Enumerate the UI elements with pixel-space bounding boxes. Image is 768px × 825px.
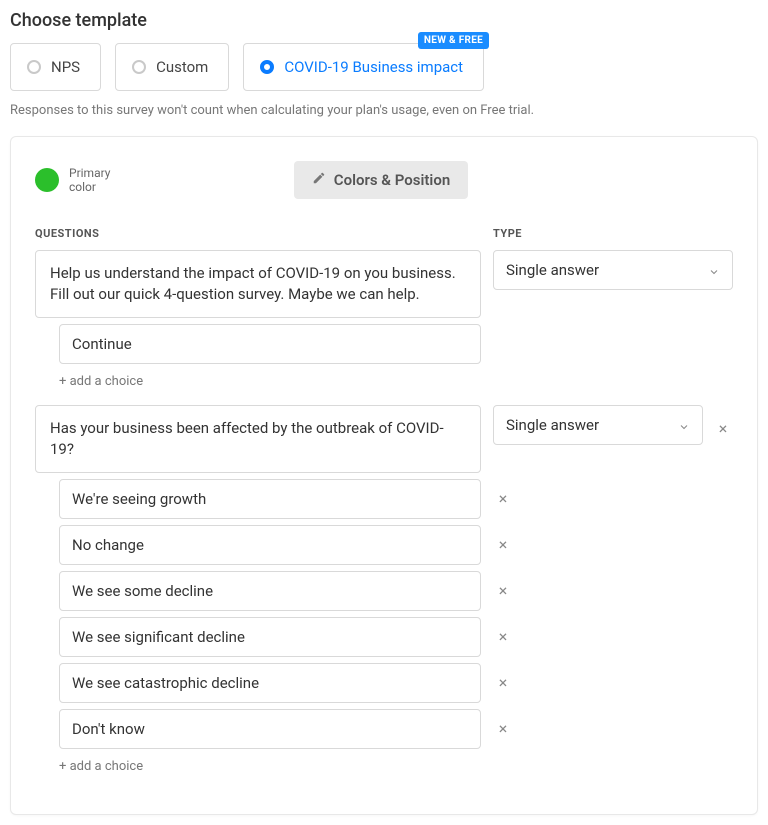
chevron-down-icon	[708, 264, 720, 276]
primary-color-swatch[interactable]	[35, 168, 59, 192]
remove-choice-button[interactable]: ×	[493, 535, 513, 554]
remove-choice-button[interactable]: ×	[493, 627, 513, 646]
type-select[interactable]: Single answer	[493, 405, 703, 445]
choice-input[interactable]: Continue	[59, 324, 481, 364]
type-select[interactable]: Single answer	[493, 250, 733, 290]
template-row: NPS Custom COVID-19 Business impact NEW …	[10, 43, 758, 91]
choice-input[interactable]: We see some decline	[59, 571, 481, 611]
choice-input[interactable]: We see significant decline	[59, 617, 481, 657]
question-block: Help us understand the impact of COVID-1…	[35, 250, 733, 389]
type-value: Single answer	[506, 416, 599, 434]
pencil-icon	[312, 171, 326, 189]
template-label: COVID-19 Business impact	[284, 58, 463, 76]
choice-input[interactable]: No change	[59, 525, 481, 565]
page-title: Choose template	[10, 10, 758, 31]
panel-toolbar: Primary color Colors & Position	[35, 161, 733, 199]
type-heading: TYPE	[493, 227, 733, 240]
remove-choice-button[interactable]: ×	[493, 719, 513, 738]
template-nps[interactable]: NPS	[10, 43, 101, 91]
template-covid[interactable]: COVID-19 Business impact NEW & FREE	[243, 43, 484, 91]
type-value: Single answer	[506, 261, 599, 279]
colors-position-label: Colors & Position	[334, 171, 450, 189]
chevron-down-icon	[678, 419, 690, 431]
radio-icon	[132, 60, 146, 74]
choice-input[interactable]: We see catastrophic decline	[59, 663, 481, 703]
choice-input[interactable]: Don't know	[59, 709, 481, 749]
add-choice-button[interactable]: + add a choice	[59, 759, 733, 774]
template-custom[interactable]: Custom	[115, 43, 229, 91]
remove-choice-button[interactable]: ×	[493, 581, 513, 600]
question-text[interactable]: Has your business been affected by the o…	[35, 405, 481, 473]
editor-panel: Primary color Colors & Position QUESTION…	[10, 136, 758, 815]
template-label: NPS	[51, 58, 80, 76]
usage-note: Responses to this survey won't count whe…	[10, 103, 758, 118]
questions-heading: QUESTIONS	[35, 227, 481, 240]
add-choice-button[interactable]: + add a choice	[59, 374, 733, 389]
remove-question-button[interactable]: ×	[713, 419, 733, 438]
radio-icon	[260, 60, 274, 74]
question-block: Has your business been affected by the o…	[35, 405, 733, 774]
remove-choice-button[interactable]: ×	[493, 673, 513, 692]
primary-color-label: Primary color	[69, 166, 129, 195]
remove-choice-button[interactable]: ×	[493, 489, 513, 508]
radio-icon	[27, 60, 41, 74]
questions-list: Help us understand the impact of COVID-1…	[35, 250, 733, 774]
choice-input[interactable]: We're seeing growth	[59, 479, 481, 519]
colors-position-button[interactable]: Colors & Position	[294, 161, 468, 199]
template-label: Custom	[156, 58, 208, 76]
question-text[interactable]: Help us understand the impact of COVID-1…	[35, 250, 481, 318]
new-free-badge: NEW & FREE	[418, 32, 489, 49]
